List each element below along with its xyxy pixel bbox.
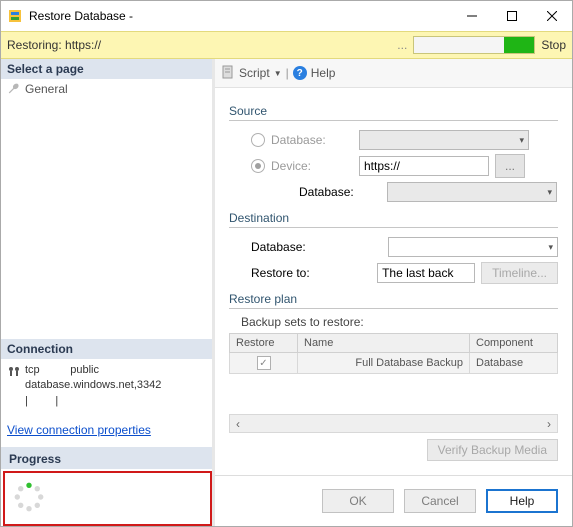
dest-restore-to-row: Restore to: Timeline... (229, 260, 558, 286)
backup-sets-table: Restore Name Component ✓ Full Database B… (229, 333, 558, 374)
cell-component: Database (470, 353, 558, 374)
right-pane: Script ▼ | ? Help Source Database: ▾ (215, 59, 572, 526)
content-toolbar: Script ▼ | ? Help (215, 59, 572, 88)
horizontal-scrollbar[interactable]: ‹ › (229, 414, 558, 433)
dest-restore-to-label: Restore to: (251, 266, 351, 280)
source-group-title: Source (229, 104, 558, 118)
timeline-button[interactable]: Timeline... (481, 262, 558, 284)
help-button[interactable]: Help (311, 66, 336, 80)
script-button[interactable]: Script (239, 66, 270, 80)
wrench-icon (7, 82, 21, 96)
device-browse-button[interactable]: ... (495, 154, 525, 178)
source-divider (229, 120, 558, 121)
help-button[interactable]: Help (486, 489, 558, 513)
connection-header: Connection (1, 339, 212, 359)
dest-database-row: Database: ▾ (229, 234, 558, 260)
restoring-banner: Restoring: https:// ... Stop (1, 31, 572, 59)
cancel-button[interactable]: Cancel (404, 489, 476, 513)
source-database-row: Database: ▾ (229, 127, 558, 153)
source-device-input[interactable] (359, 156, 489, 176)
ok-button[interactable]: OK (322, 489, 394, 513)
app-logo-icon (7, 8, 23, 24)
chevron-down-icon: ▾ (547, 187, 552, 198)
restoring-ellipsis: ... (397, 38, 407, 52)
source-db2-label: Database: (299, 185, 387, 199)
content-area: Source Database: ▾ Device: ... (215, 88, 572, 475)
restoring-progress-fill (504, 37, 534, 53)
connection-server: database.windows.net,3342 (25, 379, 161, 391)
restoring-label: Restoring: https:// (7, 38, 397, 52)
dialog-footer: OK Cancel Help (215, 475, 572, 526)
scroll-right-icon[interactable]: › (541, 417, 557, 431)
connection-host: tcp (25, 364, 40, 376)
cell-name: Full Database Backup (298, 353, 470, 374)
connection-user: public (70, 364, 99, 376)
scroll-left-icon[interactable]: ‹ (230, 417, 246, 431)
window-title: Restore Database - (29, 9, 452, 23)
maximize-button[interactable] (492, 1, 532, 31)
plan-group-title: Restore plan (229, 292, 558, 306)
restore-database-window: { "window": { "title": "Restore Database… (0, 0, 573, 527)
dest-restore-to-input[interactable] (377, 263, 475, 283)
view-connection-properties-link[interactable]: View connection properties (1, 413, 212, 447)
connection-extra: | | (25, 395, 58, 407)
script-dropdown-icon[interactable]: ▼ (274, 69, 282, 78)
page-item-general[interactable]: General (1, 79, 212, 99)
table-row[interactable]: ✓ Full Database Backup Database (230, 353, 558, 374)
dest-database-combo[interactable]: ▾ (388, 237, 558, 257)
page-item-label: General (25, 82, 68, 96)
verify-backup-media-button[interactable]: Verify Backup Media (427, 439, 558, 461)
progress-indicator-highlight (3, 471, 212, 526)
source-database-radio[interactable] (251, 133, 265, 147)
source-database-label: Database: (271, 133, 359, 147)
progress-header: Progress (1, 447, 212, 469)
left-pane: Select a page General Connection tcp (1, 59, 215, 526)
chevron-down-icon: ▾ (548, 242, 553, 253)
col-name[interactable]: Name (298, 334, 470, 353)
script-icon (221, 65, 235, 82)
source-db2-row: Database: ▾ (229, 179, 558, 205)
col-component[interactable]: Component (470, 334, 558, 353)
source-device-row: Device: ... (229, 153, 558, 179)
source-db2-combo[interactable]: ▾ (387, 182, 557, 202)
table-header-row: Restore Name Component (230, 334, 558, 353)
connection-info: tcp public database.windows.net,3342 | | (1, 359, 212, 413)
help-icon: ? (293, 66, 307, 80)
stop-button[interactable]: Stop (541, 38, 566, 52)
server-icon (7, 364, 21, 378)
minimize-button[interactable] (452, 1, 492, 31)
source-device-radio[interactable] (251, 159, 265, 173)
page-list: General (1, 79, 212, 339)
dest-database-label: Database: (251, 240, 351, 254)
chevron-down-icon: ▾ (519, 135, 524, 146)
source-database-combo[interactable]: ▾ (359, 130, 529, 150)
titlebar: Restore Database - (1, 1, 572, 31)
source-device-label: Device: (271, 159, 359, 173)
plan-subtitle: Backup sets to restore: (229, 315, 558, 329)
destination-divider (229, 227, 558, 228)
col-restore[interactable]: Restore (230, 334, 298, 353)
restore-checkbox[interactable]: ✓ (257, 356, 271, 370)
select-page-header: Select a page (1, 59, 212, 79)
restoring-progressbar (413, 36, 535, 54)
toolbar-separator: | (286, 66, 289, 80)
dialog-body: Select a page General Connection tcp (1, 59, 572, 526)
progress-spinner-icon (11, 504, 47, 518)
plan-divider (229, 308, 558, 309)
close-button[interactable] (532, 1, 572, 31)
destination-group-title: Destination (229, 211, 558, 225)
